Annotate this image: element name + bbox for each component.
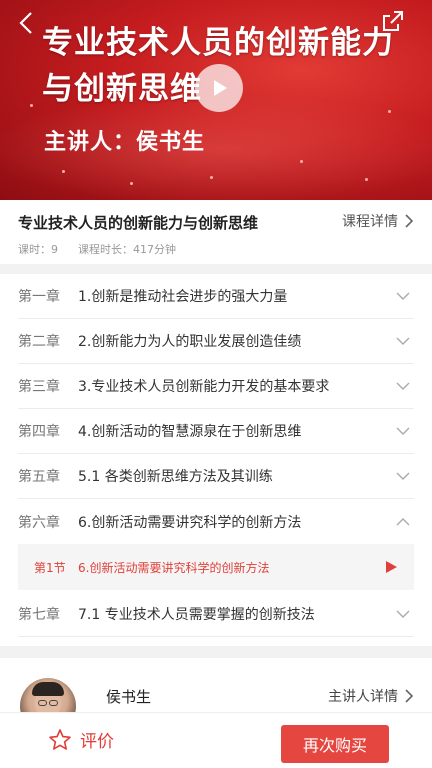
chapter-list: 第一章 1.创新是推动社会进步的强大力量 第二章 2.创新能力为人的职业发展创造… xyxy=(0,274,432,646)
chapter-row[interactable]: 第七章 7.1 专业技术人员需要掌握的创新技法 xyxy=(18,592,414,637)
chapter-title: 2.创新能力为人的职业发展创造佳绩 xyxy=(78,334,302,350)
chevron-down-icon xyxy=(396,292,410,300)
bottom-bar: 评价 再次购买 xyxy=(0,712,432,768)
chevron-right-icon xyxy=(405,214,414,228)
course-title: 专业技术人员的创新能力与创新思维 xyxy=(18,214,259,232)
chapter-label: 第三章 xyxy=(18,379,60,395)
chapter-label: 第一章 xyxy=(18,289,60,305)
chapter-row[interactable]: 第二章 2.创新能力为人的职业发展创造佳绩 xyxy=(18,319,414,364)
section-label: 第1节 xyxy=(34,560,66,575)
speaker-detail-link[interactable]: 主讲人详情 xyxy=(328,686,414,706)
chapter-title: 5.1 各类创新思维方法及其训练 xyxy=(78,469,273,485)
course-detail-link[interactable]: 课程详情 xyxy=(342,211,414,231)
chapter-title: 6.创新活动需要讲究科学的创新方法 xyxy=(78,514,302,531)
chapter-row[interactable]: 第五章 5.1 各类创新思维方法及其训练 xyxy=(18,454,414,499)
share-icon xyxy=(383,11,403,31)
chapter-label: 第四章 xyxy=(18,424,60,440)
share-button[interactable] xyxy=(380,8,406,34)
speaker-detail-label: 主讲人详情 xyxy=(328,689,398,705)
lesson-count: 课时：9 xyxy=(18,243,58,256)
course-detail-label: 课程详情 xyxy=(342,214,398,230)
review-label: 评价 xyxy=(80,732,114,752)
play-icon xyxy=(386,561,397,573)
chevron-up-icon xyxy=(396,517,410,525)
chevron-down-icon xyxy=(396,382,410,390)
buy-again-button[interactable]: 再次购买 xyxy=(281,725,389,763)
chapter-title: 1.创新是推动社会进步的强大力量 xyxy=(78,289,288,305)
chapter-title: 3.专业技术人员创新能力开发的基本要求 xyxy=(78,379,330,395)
video-play-button[interactable] xyxy=(195,64,243,112)
chevron-down-icon xyxy=(396,610,410,618)
chapter-label: 第五章 xyxy=(18,469,60,485)
chapter-row[interactable]: 第一章 1.创新是推动社会进步的强大力量 xyxy=(18,274,414,319)
chevron-down-icon xyxy=(396,337,410,345)
course-meta: 课时：9 课程时长：417分钟 xyxy=(18,241,176,257)
star-icon xyxy=(49,728,71,750)
chevron-down-icon xyxy=(396,472,410,480)
review-button[interactable]: 评价 xyxy=(48,727,114,752)
chevron-right-icon xyxy=(405,689,414,703)
chevron-down-icon xyxy=(396,427,410,435)
course-info: 专业技术人员的创新能力与创新思维 课程详情 课时：9 课程时长：417分钟 xyxy=(0,200,432,264)
section-row[interactable]: 第1节 6.创新活动需要讲究科学的创新方法 xyxy=(18,544,414,590)
chapter-row[interactable]: 第三章 3.专业技术人员创新能力开发的基本要求 xyxy=(18,364,414,409)
back-button[interactable] xyxy=(14,10,40,36)
course-duration: 课程时长：417分钟 xyxy=(78,243,176,256)
speaker-name: 侯书生 xyxy=(106,688,152,706)
chapter-label: 第二章 xyxy=(18,334,60,350)
banner-speaker: 主讲人：侯书生 xyxy=(44,130,206,155)
chapter-row[interactable]: 第四章 4.创新活动的智慧源泉在于创新思维 xyxy=(18,409,414,454)
section-title: 6.创新活动需要讲究科学的创新方法 xyxy=(78,560,270,575)
chapter-title: 4.创新活动的智慧源泉在于创新思维 xyxy=(78,424,302,440)
chapter-row-expanded[interactable]: 第六章 6.创新活动需要讲究科学的创新方法 xyxy=(18,499,414,544)
chapter-label: 第六章 xyxy=(18,514,60,531)
course-banner: 专业技术人员的创新能力与创新思维 主讲人：侯书生 xyxy=(0,0,432,200)
chapter-title: 7.1 专业技术人员需要掌握的创新技法 xyxy=(78,607,315,623)
chevron-left-icon xyxy=(19,12,32,34)
chapter-label: 第七章 xyxy=(18,607,60,623)
play-icon xyxy=(214,80,227,96)
